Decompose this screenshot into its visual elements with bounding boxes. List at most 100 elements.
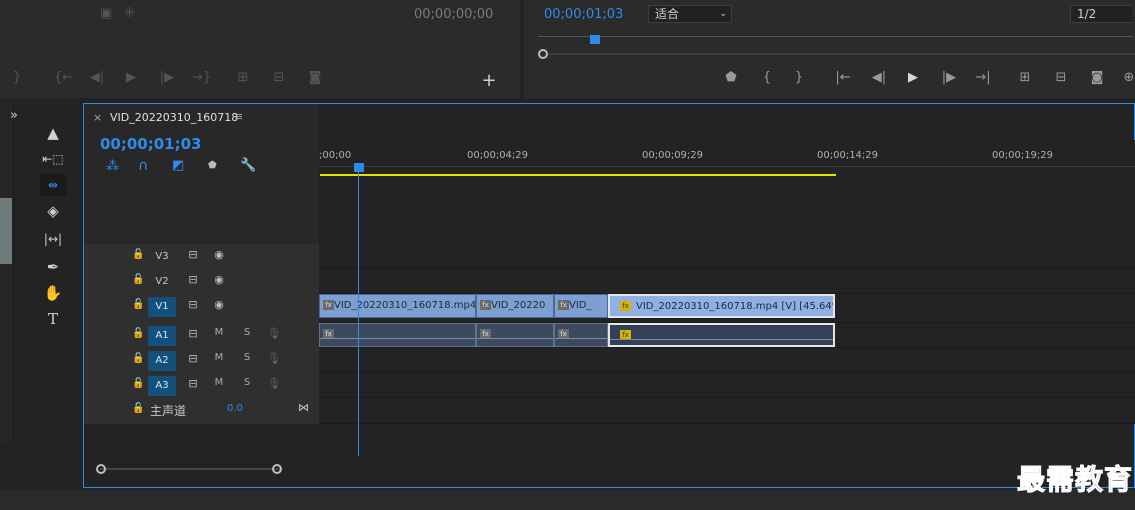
close-icon[interactable]: × [93, 111, 102, 124]
panel-expand-icon[interactable]: » [10, 108, 18, 123]
microphone-icon[interactable]: 🎙 [265, 327, 283, 340]
selection-tool-icon[interactable]: ▲ [40, 122, 66, 144]
mini-playhead[interactable] [590, 35, 600, 44]
step-forward-icon[interactable]: |▶ [158, 70, 176, 85]
sync-lock-icon[interactable]: ⊟ [184, 248, 202, 261]
linked-selection-icon[interactable]: ◩ [172, 158, 184, 173]
mark-in-icon[interactable]: { [758, 70, 776, 85]
lock-icon[interactable]: 🔓 [132, 328, 144, 339]
type-tool-icon[interactable]: T [40, 308, 66, 330]
add-button[interactable]: + [480, 70, 498, 91]
microphone-icon[interactable]: 🎙 [265, 352, 283, 365]
waveform-icon[interactable]: ⁜ [124, 6, 135, 21]
sync-lock-icon[interactable]: ⊟ [184, 377, 202, 390]
mark-out-icon[interactable]: } [8, 70, 26, 85]
zoom-handle-left[interactable] [96, 464, 106, 474]
lock-icon[interactable]: 🔓 [132, 249, 144, 260]
razor-tool-icon[interactable]: ◈ [40, 200, 66, 222]
mute-button[interactable]: M [210, 352, 228, 363]
lane-a2[interactable] [319, 348, 1135, 373]
lock-icon[interactable]: 🔓 [132, 378, 144, 389]
mark-out-icon[interactable]: } [790, 70, 808, 85]
go-to-end-icon[interactable]: ⋈ [298, 401, 309, 414]
play-icon[interactable]: ▶ [904, 70, 922, 85]
fit-select[interactable]: 适合 ⌄ [648, 5, 732, 23]
insert-icon[interactable]: ⊞ [234, 70, 252, 85]
track-label-a1[interactable]: A1 [148, 326, 176, 346]
program-timecode[interactable]: 00;00;01;03 [544, 7, 623, 22]
add-marker-icon[interactable]: ⬟ [208, 160, 217, 171]
snap-icon[interactable]: ∩ [138, 158, 148, 174]
track-label-v1[interactable]: V1 [148, 297, 176, 317]
zoom-handle-right[interactable] [272, 464, 282, 474]
sequence-tab[interactable]: VID_20220310_160718 [110, 111, 238, 124]
master-volume-value[interactable]: 0.0 [227, 403, 243, 414]
mute-button[interactable]: M [210, 327, 228, 338]
sync-lock-icon[interactable]: ⊟ [184, 327, 202, 340]
track-label-v3[interactable]: V3 [148, 247, 176, 267]
button-editor-icon[interactable]: ⊕ [1120, 70, 1135, 85]
resolution-select[interactable]: 1/2 [1070, 5, 1132, 23]
lane-v3[interactable] [319, 244, 1135, 269]
lock-icon[interactable]: 🔓 [132, 299, 144, 310]
track-label-v2[interactable]: V2 [148, 272, 176, 292]
playhead-handle[interactable] [354, 163, 364, 172]
sync-lock-icon[interactable]: ⊟ [184, 352, 202, 365]
extract-icon[interactable]: ⊟ [1052, 70, 1070, 85]
zoom-scrollbar[interactable] [546, 53, 1135, 55]
step-back-icon[interactable]: ◀| [870, 70, 888, 85]
pen-tool-icon[interactable]: ✒ [40, 256, 66, 278]
overwrite-icon[interactable]: ⊟ [270, 70, 288, 85]
track-select-tool-icon[interactable]: ⇤⬚ [40, 148, 66, 170]
video-clip-selected[interactable]: fx VID_20220310_160718.mp4 [V] [45.64%] [608, 294, 835, 318]
microphone-icon[interactable]: 🎙 [265, 377, 283, 390]
video-clip[interactable]: fx VID_20220310_160718.mp4 [ [319, 294, 476, 318]
camera-icon[interactable]: ◙ [306, 70, 324, 85]
track-area[interactable]: fx VID_20220310_160718.mp4 [ fx VID_2022… [319, 244, 1135, 424]
play-icon[interactable]: ▶ [122, 70, 140, 85]
track-label-a2[interactable]: A2 [148, 351, 176, 371]
solo-button[interactable]: S [238, 327, 256, 338]
export-frame-icon[interactable]: ▣ [100, 6, 112, 21]
panel-menu-icon[interactable]: ≡ [234, 110, 243, 123]
audio-clip[interactable]: fx [319, 323, 476, 347]
lane-a3[interactable] [319, 373, 1135, 398]
solo-button[interactable]: S [238, 377, 256, 388]
step-forward-icon[interactable]: |▶ [940, 70, 958, 85]
zoom-handle-left[interactable] [538, 49, 548, 59]
eye-icon[interactable]: ◉ [210, 298, 228, 311]
lock-icon[interactable]: 🔓 [132, 274, 144, 285]
audio-clip[interactable]: fx [476, 323, 554, 347]
step-back-icon[interactable]: ◀| [88, 70, 106, 85]
lock-icon[interactable]: 🔓 [132, 353, 144, 364]
go-to-out-icon[interactable]: →} [192, 70, 211, 85]
project-thumbnail[interactable] [0, 198, 12, 264]
go-to-out-icon[interactable]: →| [974, 70, 992, 85]
hand-tool-icon[interactable]: ✋ [40, 282, 66, 304]
sync-lock-icon[interactable]: ⊟ [184, 273, 202, 286]
audio-clip-selected[interactable]: fx [608, 323, 835, 347]
mute-button[interactable]: M [210, 377, 228, 388]
lock-icon[interactable]: 🔓 [132, 403, 144, 414]
time-ruler[interactable]: ;00;00 00;00;04;29 00;00;09;29 00;00;14;… [319, 140, 1135, 244]
wrench-icon[interactable]: 🔧 [240, 158, 256, 173]
lane-master[interactable] [319, 398, 1135, 424]
lift-icon[interactable]: ⊞ [1016, 70, 1034, 85]
ripple-edit-tool-icon[interactable]: ⇹ [40, 174, 66, 196]
go-to-in-icon[interactable]: |← [834, 70, 852, 85]
solo-button[interactable]: S [238, 352, 256, 363]
lane-v2[interactable] [319, 269, 1135, 294]
eye-icon[interactable]: ◉ [210, 248, 228, 261]
video-clip[interactable]: fx VID_20220 [476, 294, 554, 318]
camera-icon[interactable]: ◙ [1088, 70, 1106, 85]
go-to-in-icon[interactable]: {← [54, 70, 73, 85]
work-area-bar[interactable] [320, 174, 836, 176]
zoom-track[interactable] [100, 468, 280, 470]
audio-clip[interactable]: fx [554, 323, 608, 347]
eye-icon[interactable]: ◉ [210, 273, 228, 286]
sync-lock-icon[interactable]: ⊟ [184, 298, 202, 311]
video-clip[interactable]: fx VID_ [554, 294, 608, 318]
nest-icon[interactable]: ⁂ [106, 159, 119, 174]
track-label-a3[interactable]: A3 [148, 376, 176, 396]
add-marker-icon[interactable]: ⬟ [722, 70, 740, 85]
